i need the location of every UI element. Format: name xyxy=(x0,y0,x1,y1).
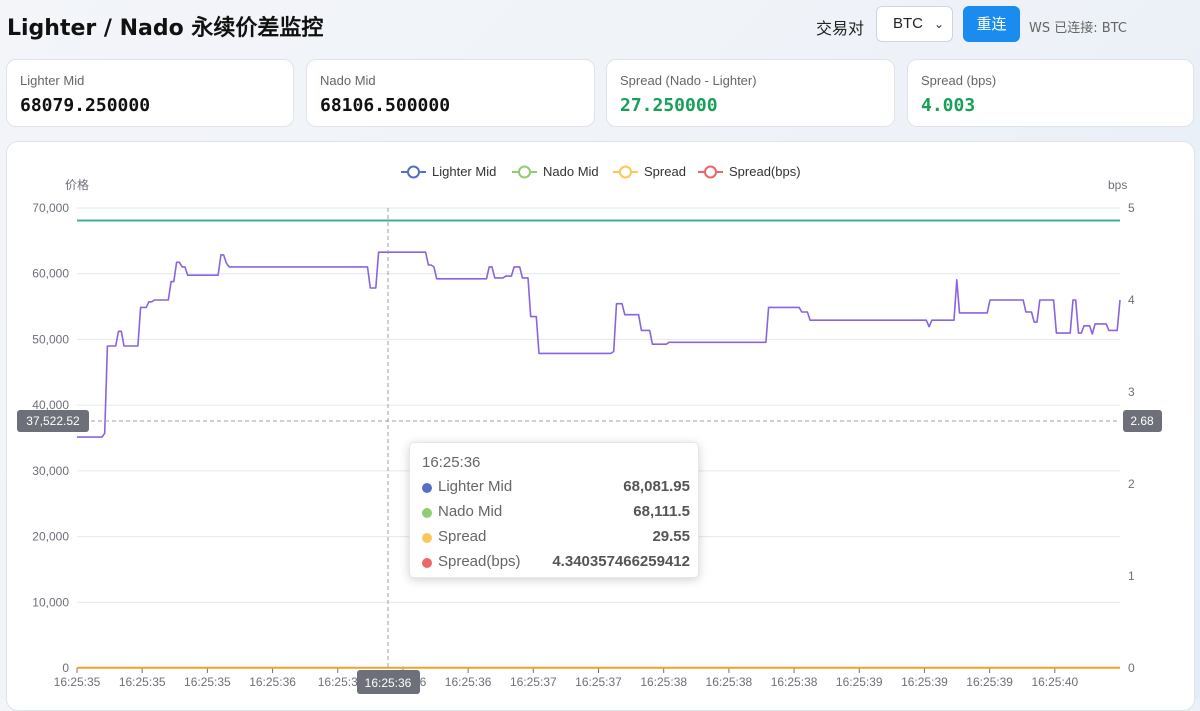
tooltip-series-value: 29.55 xyxy=(652,528,690,545)
y-left-tick-label: 20,000 xyxy=(32,530,69,544)
x-tick-label: 16:25:37 xyxy=(575,675,622,689)
tooltip-series-name: Spread(bps) xyxy=(438,553,521,570)
y-left-tick-label: 50,000 xyxy=(32,332,69,346)
tooltip-series-name: Nado Mid xyxy=(438,503,503,520)
x-tick-label: 16:25:38 xyxy=(640,675,687,689)
legend-label: Nado Mid xyxy=(543,164,599,179)
series-dot-icon xyxy=(422,558,432,568)
y-right-axis-label: bps xyxy=(1108,178,1127,192)
y-right-tick-label: 5 xyxy=(1128,201,1135,215)
x-tick-label: 16:25:39 xyxy=(901,675,948,689)
y-left-tick-label: 30,000 xyxy=(32,464,69,478)
x-tick-label: 16:25:39 xyxy=(836,675,883,689)
y-left-tick-label: 0 xyxy=(62,661,69,675)
series-dot-icon xyxy=(422,483,432,493)
legend-label: Spread xyxy=(644,164,686,179)
y-right-tick-label: 3 xyxy=(1128,385,1135,399)
legend-label: Spread(bps) xyxy=(729,164,801,179)
x-tick-label: 16:25:39 xyxy=(966,675,1013,689)
tooltip-time: 16:25:36 xyxy=(422,454,481,471)
spread-chart[interactable]: 010,00020,00030,00040,00050,00060,00070,… xyxy=(0,0,1200,699)
tooltip-series-value: 68,081.95 xyxy=(623,478,690,495)
x-tick-label: 16:25:38 xyxy=(771,675,818,689)
legend-marker-icon xyxy=(619,165,632,179)
y-right-tick-label: 2 xyxy=(1128,477,1135,491)
x-tick-label: 16:25:3 xyxy=(318,675,358,689)
tooltip-series-name: Lighter Mid xyxy=(438,478,513,495)
crosshair-left-label: 37,522.52 xyxy=(26,414,80,428)
series-line-3 xyxy=(77,251,1121,438)
legend-marker-icon xyxy=(704,165,717,179)
legend-label: Lighter Mid xyxy=(432,164,496,179)
legend-marker-icon xyxy=(518,165,531,179)
tooltip-row: Spread(bps) 4.340357466259412 xyxy=(422,552,690,574)
y-left-tick-label: 10,000 xyxy=(32,595,69,609)
series-dot-icon xyxy=(422,533,432,543)
x-tick-label: 16:25:36 xyxy=(445,675,492,689)
tooltip-series-value: 4.340357466259412 xyxy=(552,553,690,570)
tooltip-series-value: 68,111.5 xyxy=(633,503,690,520)
y-left-tick-label: 60,000 xyxy=(32,267,69,281)
y-left-tick-label: 70,000 xyxy=(32,201,69,215)
x-tick-label: 16:25:35 xyxy=(119,675,166,689)
crosshair-right-label: 2.68 xyxy=(1130,414,1154,428)
tooltip-series-name: Spread xyxy=(438,528,487,545)
x-tick-label: 16:25:35 xyxy=(54,675,101,689)
y-right-tick-label: 1 xyxy=(1128,569,1135,583)
chart-tooltip: 16:25:36 Lighter Mid 68,081.95 Nado Mid … xyxy=(409,442,699,578)
tooltip-row: Nado Mid 68,111.5 xyxy=(422,502,690,524)
x-tick-label: 16:25:40 xyxy=(1031,675,1078,689)
tooltip-row: Spread 29.55 xyxy=(422,527,690,549)
x-tick-label: 16:25:38 xyxy=(706,675,753,689)
crosshair-x-label: 16:25:36 xyxy=(365,676,412,690)
y-right-tick-label: 0 xyxy=(1128,661,1135,675)
x-tick-label: 16:25:37 xyxy=(510,675,557,689)
y-right-tick-label: 4 xyxy=(1128,293,1135,307)
y-left-axis-label: 价格 xyxy=(65,177,89,192)
x-tick-label: 16:25:36 xyxy=(249,675,296,689)
series-dot-icon xyxy=(422,508,432,518)
x-tick-label: 16:25:35 xyxy=(184,675,231,689)
legend-marker-icon xyxy=(407,165,420,179)
tooltip-row: Lighter Mid 68,081.95 xyxy=(422,477,690,499)
